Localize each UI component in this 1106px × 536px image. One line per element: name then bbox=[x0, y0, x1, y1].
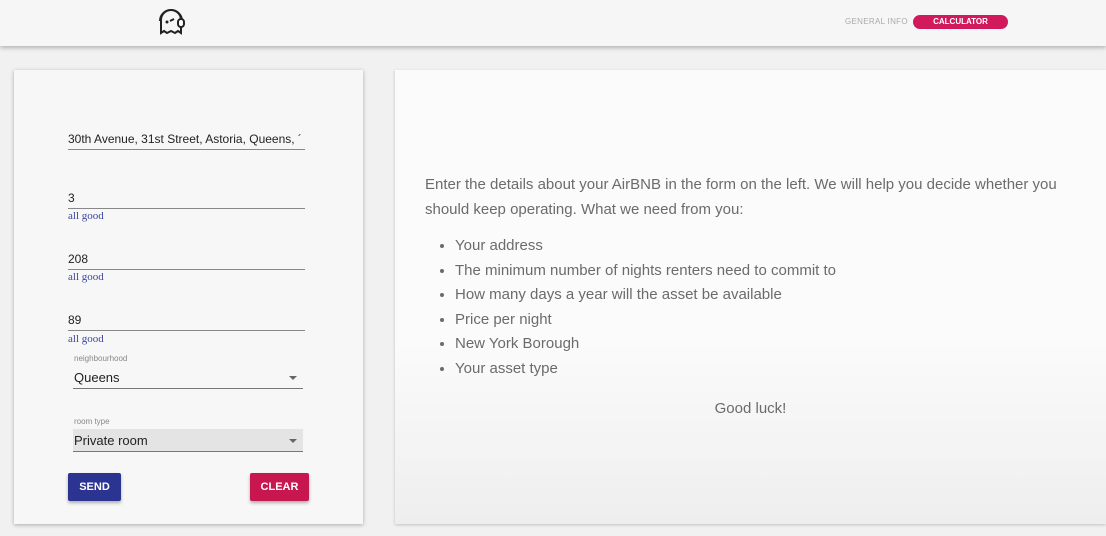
neighbourhood-value: Queens bbox=[74, 370, 120, 385]
top-bar: GENERAL INFO CALCULATOR bbox=[0, 0, 1106, 46]
intro-text: Enter the details about your AirBNB in t… bbox=[425, 176, 1057, 218]
neighbourhood-select[interactable]: Queens bbox=[73, 366, 303, 389]
neighbourhood-label: neighbourhood bbox=[74, 354, 128, 363]
room-type-value: Private room bbox=[74, 433, 148, 448]
price-hint: all good bbox=[68, 333, 104, 345]
address-input[interactable]: 30th Avenue, 31st Street, Astoria, Queen… bbox=[68, 132, 305, 150]
send-button[interactable]: SEND bbox=[68, 473, 121, 501]
availability-input[interactable]: 208 bbox=[68, 252, 305, 270]
list-item: Your address bbox=[455, 234, 836, 259]
min-nights-input[interactable]: 3 bbox=[68, 191, 305, 209]
list-item: Price per night bbox=[455, 308, 836, 333]
nav-calculator[interactable]: CALCULATOR bbox=[913, 15, 1008, 29]
dropdown-arrow-icon bbox=[289, 376, 297, 380]
list-item: New York Borough bbox=[455, 332, 836, 357]
info-card: Enter the details about your AirBNB in t… bbox=[395, 70, 1106, 524]
room-type-label: room type bbox=[74, 417, 110, 426]
price-input[interactable]: 89 bbox=[68, 313, 305, 331]
ghost-headphones-logo-icon[interactable] bbox=[156, 7, 186, 37]
availability-hint: all good bbox=[68, 271, 104, 283]
form-card: 30th Avenue, 31st Street, Astoria, Queen… bbox=[14, 70, 363, 524]
list-item: How many days a year will the asset be a… bbox=[455, 283, 836, 308]
list-item: Your asset type bbox=[455, 357, 836, 382]
clear-button[interactable]: CLEAR bbox=[250, 473, 309, 501]
min-nights-hint: all good bbox=[68, 210, 104, 222]
closing-text: Good luck! bbox=[714, 400, 787, 417]
list-item: The minimum number of nights renters nee… bbox=[455, 259, 836, 284]
room-type-select[interactable]: Private room bbox=[73, 429, 303, 452]
nav-general-info[interactable]: GENERAL INFO bbox=[845, 17, 908, 26]
dropdown-arrow-icon bbox=[289, 439, 297, 443]
requirements-list: Your address The minimum number of night… bbox=[455, 234, 836, 381]
